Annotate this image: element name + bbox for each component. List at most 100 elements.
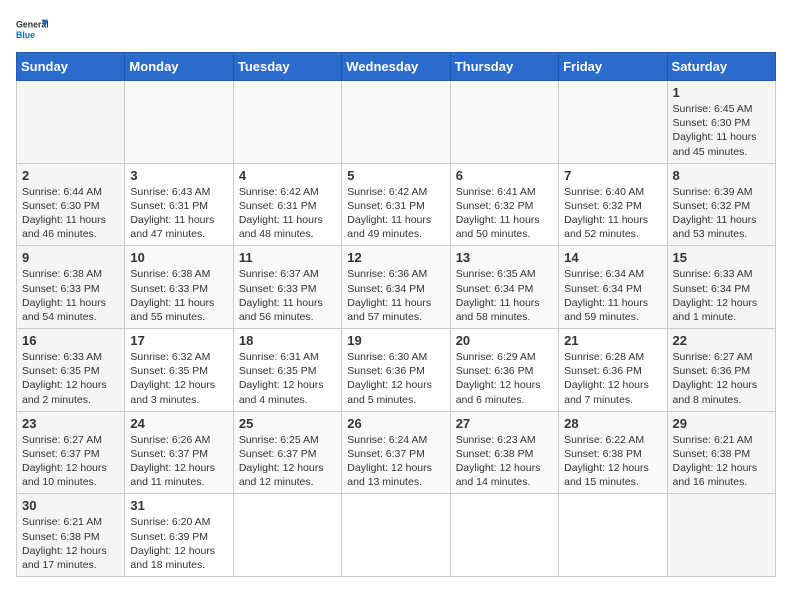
cell-content: Sunrise: 6:23 AMSunset: 6:38 PMDaylight:… xyxy=(456,433,553,490)
day-number: 2 xyxy=(22,168,119,183)
day-number: 7 xyxy=(564,168,661,183)
day-number: 5 xyxy=(347,168,444,183)
cell-content: Sunrise: 6:26 AMSunset: 6:37 PMDaylight:… xyxy=(130,433,227,490)
cell-content: Sunrise: 6:33 AMSunset: 6:34 PMDaylight:… xyxy=(673,267,770,324)
weekday-header-monday: Monday xyxy=(125,53,233,81)
calendar-cell: 28Sunrise: 6:22 AMSunset: 6:38 PMDayligh… xyxy=(559,411,667,494)
calendar-week-2: 2 Sunrise: 6:44 AMSunset: 6:30 PMDaylight… xyxy=(17,163,776,246)
calendar-week-5: 23Sunrise: 6:27 AMSunset: 6:37 PMDayligh… xyxy=(17,411,776,494)
calendar-cell: 18 Sunrise: 6:31 AMSunset: 6:35 PMDayligh… xyxy=(233,329,341,412)
calendar-week-6: 30 Sunrise: 6:21 AMSunset: 6:38 PMDayligh… xyxy=(17,494,776,577)
cell-content: Sunrise: 6:38 AMSunset: 6:33 PMDaylight:… xyxy=(22,267,119,324)
day-number: 19 xyxy=(347,333,444,348)
calendar-cell: 9 Sunrise: 6:38 AMSunset: 6:33 PMDaylight… xyxy=(17,246,125,329)
calendar-cell: 16 Sunrise: 6:33 AMSunset: 6:35 PMDayligh… xyxy=(17,329,125,412)
calendar-cell xyxy=(342,494,450,577)
cell-content: Sunrise: 6:32 AMSunset: 6:35 PMDaylight:… xyxy=(130,350,227,407)
calendar-cell: 30 Sunrise: 6:21 AMSunset: 6:38 PMDayligh… xyxy=(17,494,125,577)
calendar-cell: 26Sunrise: 6:24 AMSunset: 6:37 PMDayligh… xyxy=(342,411,450,494)
day-number: 31 xyxy=(130,498,227,513)
calendar-table: SundayMondayTuesdayWednesdayThursdayFrid… xyxy=(16,52,776,577)
calendar-cell: 21 Sunrise: 6:28 AMSunset: 6:36 PMDayligh… xyxy=(559,329,667,412)
day-number: 10 xyxy=(130,250,227,265)
day-number: 22 xyxy=(673,333,770,348)
calendar-cell: 23Sunrise: 6:27 AMSunset: 6:37 PMDayligh… xyxy=(17,411,125,494)
cell-content: Sunrise: 6:25 AMSunset: 6:37 PMDaylight:… xyxy=(239,433,336,490)
cell-content: Sunrise: 6:28 AMSunset: 6:36 PMDaylight:… xyxy=(564,350,661,407)
calendar-cell: 5Sunrise: 6:42 AMSunset: 6:31 PMDaylight… xyxy=(342,163,450,246)
calendar-cell: 19 Sunrise: 6:30 AMSunset: 6:36 PMDayligh… xyxy=(342,329,450,412)
weekday-header-tuesday: Tuesday xyxy=(233,53,341,81)
calendar-cell: 6Sunrise: 6:41 AMSunset: 6:32 PMDaylight… xyxy=(450,163,558,246)
cell-content: Sunrise: 6:29 AMSunset: 6:36 PMDaylight:… xyxy=(456,350,553,407)
calendar-cell: 15 Sunrise: 6:33 AMSunset: 6:34 PMDayligh… xyxy=(667,246,775,329)
cell-content: Sunrise: 6:22 AMSunset: 6:38 PMDaylight:… xyxy=(564,433,661,490)
cell-content: Sunrise: 6:38 AMSunset: 6:33 PMDaylight:… xyxy=(130,267,227,324)
weekday-header-row: SundayMondayTuesdayWednesdayThursdayFrid… xyxy=(17,53,776,81)
cell-content: Sunrise: 6:30 AMSunset: 6:36 PMDaylight:… xyxy=(347,350,444,407)
cell-content: Sunrise: 6:43 AMSunset: 6:31 PMDaylight:… xyxy=(130,185,227,242)
cell-content: Sunrise: 6:39 AMSunset: 6:32 PMDaylight:… xyxy=(673,185,770,242)
day-number: 1 xyxy=(673,85,770,100)
calendar-cell xyxy=(559,494,667,577)
calendar-cell: 11 Sunrise: 6:37 AMSunset: 6:33 PMDayligh… xyxy=(233,246,341,329)
day-number: 24 xyxy=(130,416,227,431)
day-number: 13 xyxy=(456,250,553,265)
day-number: 8 xyxy=(673,168,770,183)
calendar-cell: 14 Sunrise: 6:34 AMSunset: 6:34 PMDayligh… xyxy=(559,246,667,329)
calendar-cell: 13 Sunrise: 6:35 AMSunset: 6:34 PMDayligh… xyxy=(450,246,558,329)
day-number: 25 xyxy=(239,416,336,431)
calendar-cell: 22Sunrise: 6:27 AMSunset: 6:36 PMDayligh… xyxy=(667,329,775,412)
cell-content: Sunrise: 6:44 AMSunset: 6:30 PMDaylight:… xyxy=(22,185,119,242)
calendar-cell: 7 Sunrise: 6:40 AMSunset: 6:32 PMDaylight… xyxy=(559,163,667,246)
day-number: 9 xyxy=(22,250,119,265)
calendar-cell xyxy=(450,494,558,577)
page-header: General Blue xyxy=(16,16,776,44)
cell-content: Sunrise: 6:36 AMSunset: 6:34 PMDaylight:… xyxy=(347,267,444,324)
day-number: 15 xyxy=(673,250,770,265)
day-number: 18 xyxy=(239,333,336,348)
weekday-header-thursday: Thursday xyxy=(450,53,558,81)
calendar-cell: 20Sunrise: 6:29 AMSunset: 6:36 PMDayligh… xyxy=(450,329,558,412)
calendar-cell xyxy=(559,81,667,164)
cell-content: Sunrise: 6:31 AMSunset: 6:35 PMDaylight:… xyxy=(239,350,336,407)
calendar-cell xyxy=(17,81,125,164)
cell-content: Sunrise: 6:21 AMSunset: 6:38 PMDaylight:… xyxy=(22,515,119,572)
calendar-cell: 24 Sunrise: 6:26 AMSunset: 6:37 PMDayligh… xyxy=(125,411,233,494)
calendar-week-4: 16 Sunrise: 6:33 AMSunset: 6:35 PMDayligh… xyxy=(17,329,776,412)
cell-content: Sunrise: 6:33 AMSunset: 6:35 PMDaylight:… xyxy=(22,350,119,407)
day-number: 30 xyxy=(22,498,119,513)
weekday-header-wednesday: Wednesday xyxy=(342,53,450,81)
cell-content: Sunrise: 6:35 AMSunset: 6:34 PMDaylight:… xyxy=(456,267,553,324)
calendar-cell xyxy=(233,81,341,164)
calendar-cell xyxy=(233,494,341,577)
day-number: 16 xyxy=(22,333,119,348)
cell-content: Sunrise: 6:37 AMSunset: 6:33 PMDaylight:… xyxy=(239,267,336,324)
calendar-cell: 8 Sunrise: 6:39 AMSunset: 6:32 PMDaylight… xyxy=(667,163,775,246)
cell-content: Sunrise: 6:34 AMSunset: 6:34 PMDaylight:… xyxy=(564,267,661,324)
logo: General Blue xyxy=(16,16,48,44)
calendar-cell xyxy=(667,494,775,577)
day-number: 21 xyxy=(564,333,661,348)
day-number: 27 xyxy=(456,416,553,431)
cell-content: Sunrise: 6:40 AMSunset: 6:32 PMDaylight:… xyxy=(564,185,661,242)
cell-content: Sunrise: 6:42 AMSunset: 6:31 PMDaylight:… xyxy=(239,185,336,242)
cell-content: Sunrise: 6:24 AMSunset: 6:37 PMDaylight:… xyxy=(347,433,444,490)
calendar-cell: 31 Sunrise: 6:20 AMSunset: 6:39 PMDayligh… xyxy=(125,494,233,577)
day-number: 12 xyxy=(347,250,444,265)
calendar-cell: 4Sunrise: 6:42 AMSunset: 6:31 PMDaylight… xyxy=(233,163,341,246)
cell-content: Sunrise: 6:20 AMSunset: 6:39 PMDaylight:… xyxy=(130,515,227,572)
calendar-cell xyxy=(125,81,233,164)
day-number: 11 xyxy=(239,250,336,265)
day-number: 3 xyxy=(130,168,227,183)
calendar-cell: 1Sunrise: 6:45 AMSunset: 6:30 PMDaylight… xyxy=(667,81,775,164)
weekday-header-saturday: Saturday xyxy=(667,53,775,81)
calendar-cell xyxy=(450,81,558,164)
calendar-cell: 3 Sunrise: 6:43 AMSunset: 6:31 PMDaylight… xyxy=(125,163,233,246)
calendar-cell: 25 Sunrise: 6:25 AMSunset: 6:37 PMDayligh… xyxy=(233,411,341,494)
calendar-cell: 12 Sunrise: 6:36 AMSunset: 6:34 PMDayligh… xyxy=(342,246,450,329)
calendar-week-3: 9 Sunrise: 6:38 AMSunset: 6:33 PMDaylight… xyxy=(17,246,776,329)
cell-content: Sunrise: 6:27 AMSunset: 6:37 PMDaylight:… xyxy=(22,433,119,490)
svg-text:Blue: Blue xyxy=(16,30,35,40)
day-number: 14 xyxy=(564,250,661,265)
